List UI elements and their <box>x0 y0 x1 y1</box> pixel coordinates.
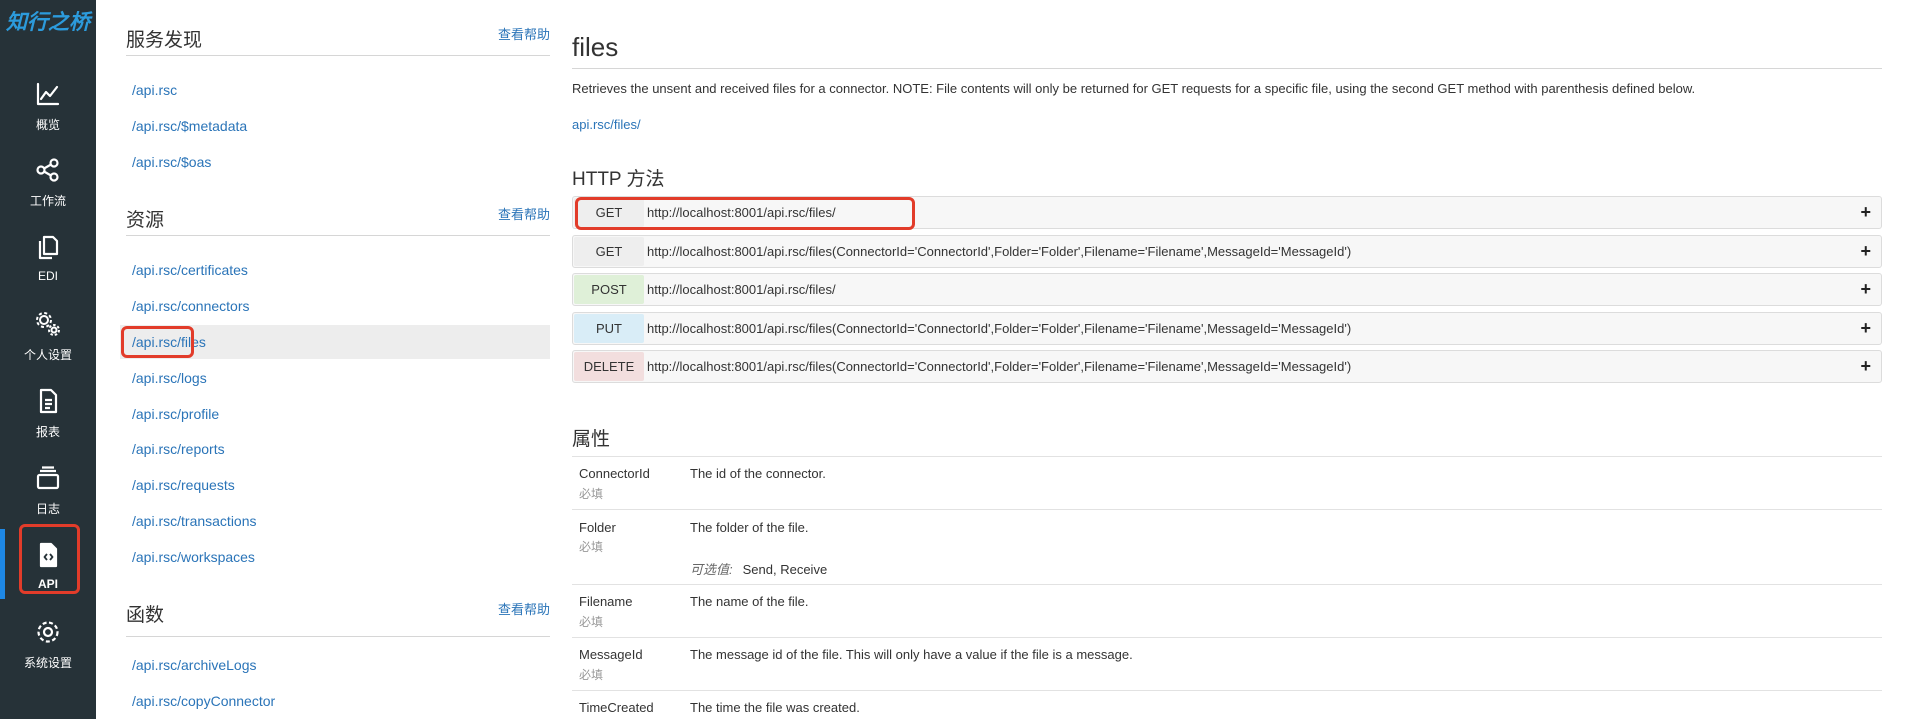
properties-heading: 属性 <box>572 429 611 450</box>
method-url: http://localhost:8001/api.rsc/files/ <box>647 205 836 220</box>
table-row: ConnectorId 必填 The id of the connector. <box>572 456 1882 509</box>
method-row-post[interactable]: POST http://localhost:8001/api.rsc/files… <box>572 273 1882 306</box>
table-row: TimeCreated The time the file was create… <box>572 690 1882 719</box>
prop-required: 必填 <box>579 487 604 501</box>
page-title: files <box>572 32 619 62</box>
link-api-oas[interactable]: /api.rsc/$oas <box>120 145 550 179</box>
prop-description: The name of the file. <box>690 594 809 609</box>
nav-item-api[interactable]: API <box>0 531 96 605</box>
nav-label: 个人设置 <box>23 348 72 362</box>
method-row-get-list[interactable]: GET http://localhost:8001/api.rsc/files/… <box>572 196 1882 229</box>
method-badge: PUT <box>574 314 644 343</box>
method-badge: DELETE <box>574 352 644 381</box>
main-content: files Retrieves the unsent and received … <box>572 0 1882 719</box>
resource-description: Retrieves the unsent and received files … <box>572 81 1696 96</box>
nav-label: EDI <box>37 269 58 283</box>
link-api-reports[interactable]: /api.rsc/reports <box>120 432 550 466</box>
nav-label: 报表 <box>35 425 60 439</box>
table-row: Folder 必填 The folder of the file. 可选值: Se… <box>572 509 1882 584</box>
nav-item-reports[interactable]: 报表 <box>0 377 96 451</box>
divider <box>126 55 550 56</box>
table-row: MessageId 必填 The message id of the file.… <box>572 637 1882 690</box>
http-methods-heading: HTTP 方法 <box>572 169 665 190</box>
resource-path-link[interactable]: api.rsc/files/ <box>572 117 641 132</box>
nav-item-overview[interactable]: 概览 <box>0 70 96 144</box>
left-nav: 知行之桥 概览 工作流 EDI 个人设置 报表 日志 API 系统设置 <box>0 0 96 719</box>
logo: 知行之桥 <box>6 10 90 34</box>
prop-required: 必填 <box>579 615 604 629</box>
prop-description: The folder of the file. <box>690 520 809 535</box>
expand-plus-icon[interactable]: + <box>1860 236 1871 267</box>
prop-required: 必填 <box>579 668 604 682</box>
nav-item-edi[interactable]: EDI <box>0 223 96 297</box>
expand-plus-icon[interactable]: + <box>1860 274 1871 305</box>
method-url: http://localhost:8001/api.rsc/files(Conn… <box>647 359 1352 374</box>
chart-line-icon <box>36 82 60 106</box>
link-api-requests[interactable]: /api.rsc/requests <box>120 468 550 502</box>
method-badge: GET <box>574 198 644 227</box>
expand-plus-icon[interactable]: + <box>1860 313 1871 344</box>
log-stack-icon <box>36 466 60 490</box>
help-link-resources[interactable]: 查看帮助 <box>498 204 550 223</box>
prop-name: ConnectorId <box>579 466 650 481</box>
link-api-profile[interactable]: /api.rsc/profile <box>120 397 550 431</box>
api-file-icon <box>39 542 58 568</box>
gear-icon <box>37 621 59 643</box>
nav-label: 概览 <box>35 118 60 132</box>
divider <box>572 68 1882 69</box>
method-badge: GET <box>574 237 644 266</box>
nav-item-system-settings[interactable]: 系统设置 <box>0 608 96 682</box>
prop-name: Filename <box>579 594 633 609</box>
method-url: http://localhost:8001/api.rsc/files/ <box>647 282 836 297</box>
nav-label: 系统设置 <box>23 656 72 670</box>
link-api-archive-logs[interactable]: /api.rsc/archiveLogs <box>120 648 550 682</box>
prop-options: 可选值: Send, Receive <box>690 559 827 578</box>
prop-name: MessageId <box>579 647 643 662</box>
link-api-files[interactable]: /api.rsc/files <box>120 325 550 359</box>
divider <box>126 235 550 236</box>
nav-label: 日志 <box>35 502 60 516</box>
nav-label: API <box>37 577 58 591</box>
link-api-logs[interactable]: /api.rsc/logs <box>120 361 550 395</box>
nav-item-workflow[interactable]: 工作流 <box>0 146 96 220</box>
link-api-transactions[interactable]: /api.rsc/transactions <box>120 504 550 538</box>
gears-icon <box>36 312 60 336</box>
prop-description: The time the file was created. <box>690 700 860 715</box>
expand-plus-icon[interactable]: + <box>1860 197 1871 228</box>
link-api-metadata[interactable]: /api.rsc/$metadata <box>120 109 550 143</box>
method-badge: POST <box>574 275 644 304</box>
link-api-rsc[interactable]: /api.rsc <box>120 73 550 107</box>
method-url: http://localhost:8001/api.rsc/files(Conn… <box>647 244 1352 259</box>
method-row-get-item[interactable]: GET http://localhost:8001/api.rsc/files(… <box>572 235 1882 268</box>
share-nodes-icon <box>36 158 59 182</box>
method-row-put[interactable]: PUT http://localhost:8001/api.rsc/files(… <box>572 312 1882 345</box>
divider <box>126 636 550 637</box>
link-api-connectors[interactable]: /api.rsc/connectors <box>120 289 550 323</box>
nav-item-logs[interactable]: 日志 <box>0 454 96 528</box>
section-title-service-discovery: 服务发现 <box>126 30 203 51</box>
link-api-copy-connector[interactable]: /api.rsc/copyConnector <box>120 684 550 718</box>
link-api-workspaces[interactable]: /api.rsc/workspaces <box>120 540 550 574</box>
method-url: http://localhost:8001/api.rsc/files(Conn… <box>647 321 1352 336</box>
prop-options-values: Send, Receive <box>742 562 828 577</box>
nav-label: 工作流 <box>29 194 66 208</box>
prop-description: The id of the connector. <box>690 466 826 481</box>
report-file-icon <box>39 388 58 414</box>
prop-name: TimeCreated <box>579 700 654 715</box>
api-index-column: 服务发现 查看帮助 /api.rsc /api.rsc/$metadata /a… <box>120 0 550 719</box>
method-row-delete[interactable]: DELETE http://localhost:8001/api.rsc/fil… <box>572 350 1882 383</box>
prop-options-label: 可选值: <box>690 562 733 577</box>
section-title-functions: 函数 <box>126 605 165 626</box>
prop-required: 必填 <box>579 540 604 554</box>
link-api-certificates[interactable]: /api.rsc/certificates <box>120 253 550 287</box>
help-link-functions[interactable]: 查看帮助 <box>498 599 550 618</box>
section-title-resources: 资源 <box>126 210 165 231</box>
help-link-service-discovery[interactable]: 查看帮助 <box>498 24 550 43</box>
expand-plus-icon[interactable]: + <box>1860 351 1871 382</box>
nav-item-personal-settings[interactable]: 个人设置 <box>0 300 96 374</box>
copy-documents-icon <box>38 235 59 260</box>
prop-description: The message id of the file. This will on… <box>690 647 1133 662</box>
prop-name: Folder <box>579 520 616 535</box>
table-row: Filename 必填 The name of the file. <box>572 584 1882 637</box>
